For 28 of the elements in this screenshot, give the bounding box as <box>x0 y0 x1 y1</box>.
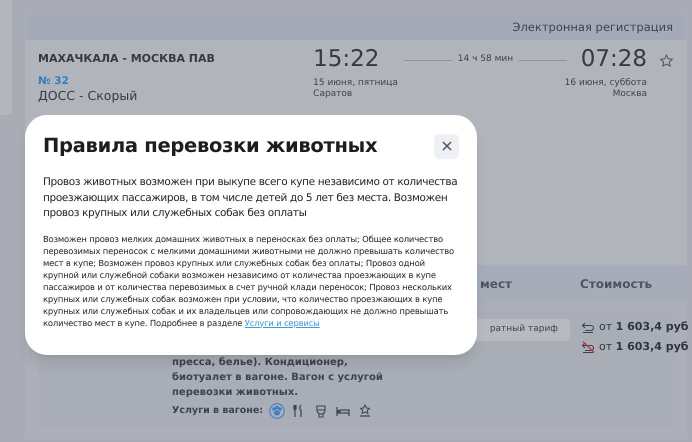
column-header: Стоимость <box>580 276 652 293</box>
services-label: Услуги в вагоне: <box>172 404 264 418</box>
departure-station: Саратов <box>313 89 354 100</box>
description-line: пресса, белье). Кондиционер, <box>172 356 349 370</box>
star-icon[interactable] <box>659 53 674 69</box>
close-icon <box>442 141 452 151</box>
no-return-icon <box>581 340 595 354</box>
description-line: перевозки животных. <box>172 386 300 400</box>
arrival-date: 16 июня, суббота <box>564 78 648 89</box>
train-number: № 32 <box>38 75 70 87</box>
train-type: ДОСС - Скорый <box>38 88 138 104</box>
close-button[interactable] <box>434 134 459 158</box>
departure-date: 15 июня, пятница <box>313 78 398 89</box>
price-label: от 1 603,4 руб <box>599 338 688 354</box>
arrival-station: Москва <box>612 89 648 100</box>
modal-details-text: Возможен провоз мелких домашних животных в переносках без оплаты; Общее количество перевозимых переносок с мелкими домашними животными не должно превышать количество мест в купе; Возможен провоз крупных или служебных собак без оплаты; Провоз одной крупной или служебной собаки возможен независимо от количества проезжающих в купе пассажиров и от количества перевозимых в счет ручной клади переносок; Провоз нескольких крупных или служебных собак возможен при условии, что количество проезжающих в купе крупных или служебных собак и их владельцев или сопровождающих не должно превышать количество мест в купе. Подробнее в разделе Услуги и сервисы <box>43 232 456 328</box>
arrival-time: 07:28 <box>580 46 648 72</box>
registration-label: Электронная регистрация <box>512 22 673 34</box>
modal-lead-text: Провоз животных возможен при выкупе всего купе независимо от количества проезжающих пассажиров, в том числе детей до 5 лет без места. Возможен провоз крупных или служебных собак без оплаты <box>43 175 458 221</box>
services-link[interactable]: Услуги и сервисы <box>244 318 320 328</box>
duration-label: 14 ч 58 мин <box>458 53 514 66</box>
departure-time: 15:22 <box>313 46 380 72</box>
route-title: МАХАЧКАЛА - МОСКВА ПАВ <box>38 52 216 66</box>
column-header: мест <box>480 276 512 293</box>
modal-title: Правила перевозки животных <box>43 133 378 159</box>
description-line: биотуалет в вагоне. Вагон с услугой <box>172 371 384 385</box>
return-arrow-icon <box>581 320 595 334</box>
price-label: от 1 603,4 руб <box>599 319 688 335</box>
